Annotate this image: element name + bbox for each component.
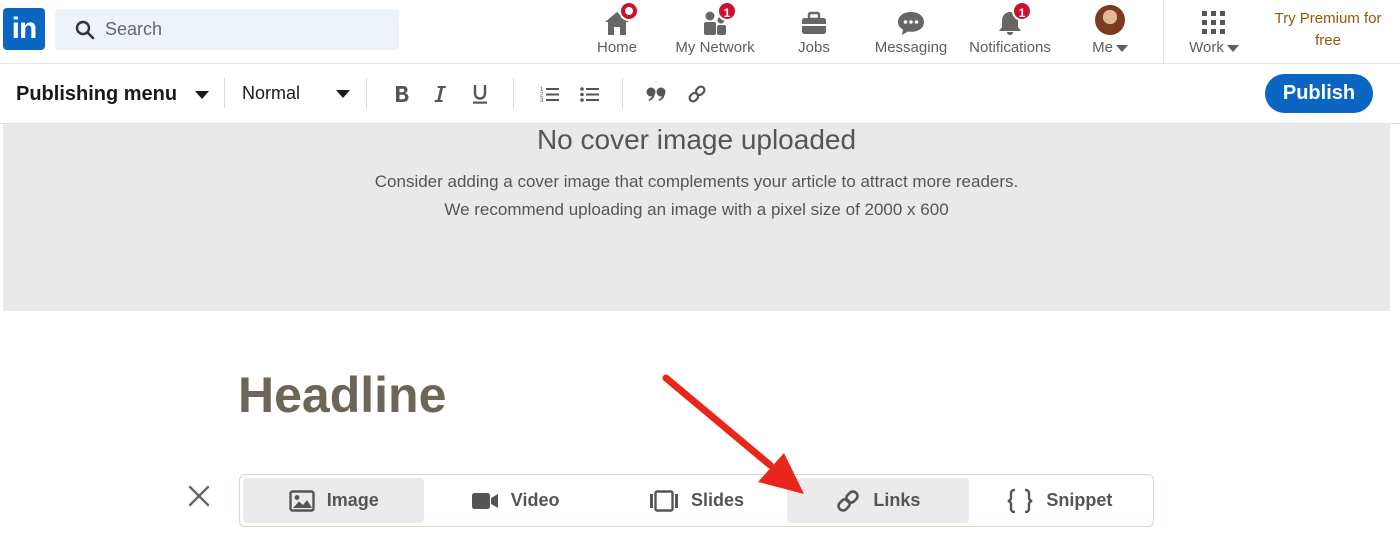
nav-work-label-wrap: Work <box>1189 39 1239 56</box>
toolbar-divider <box>224 78 225 108</box>
quote-button[interactable] <box>641 78 673 110</box>
nav-notifications[interactable]: 1 Notifications <box>966 0 1054 64</box>
insert-links-button[interactable]: Links <box>787 478 969 523</box>
grid-apps-icon <box>1202 11 1225 34</box>
linkedin-logo[interactable]: in <box>3 8 45 50</box>
insert-snippet-label: Snippet <box>1046 490 1113 510</box>
underline-button[interactable] <box>464 78 496 110</box>
italic-icon <box>434 86 446 102</box>
cover-image-hint: Consider adding a cover image that compl… <box>374 172 1019 191</box>
close-icon <box>188 485 210 507</box>
nav-notifications-label: Notifications <box>969 39 1051 56</box>
search-bar[interactable] <box>55 9 399 50</box>
nav-home[interactable]: Home <box>596 0 639 64</box>
chat-bubble-icon <box>898 12 924 35</box>
insert-slides-button[interactable]: Slides <box>606 478 787 523</box>
numbered-list-icon: 1 2 3 <box>540 87 559 103</box>
toolbar-divider <box>622 78 623 108</box>
editor-toolbar: Publishing menu Normal 1 2 3 Publish <box>0 64 1400 124</box>
headline-input[interactable]: Headline <box>238 366 446 424</box>
link-button[interactable] <box>681 78 713 110</box>
underline-icon <box>473 85 487 104</box>
nav-jobs[interactable]: Jobs <box>795 0 833 64</box>
media-inserter-bar: Image Video Slides Links Snippet <box>239 474 1154 527</box>
nav-work-label: Work <box>1189 39 1224 56</box>
text-style-value: Normal <box>242 83 301 103</box>
insert-slides-label: Slides <box>691 490 745 510</box>
nav-home-label: Home <box>596 39 637 56</box>
code-braces-icon <box>1007 488 1033 513</box>
italic-button[interactable] <box>424 78 456 110</box>
nav-my-network[interactable]: 1 My Network <box>673 0 757 64</box>
nav-messaging-label: Messaging <box>874 39 948 56</box>
nav-divider <box>1163 0 1164 64</box>
home-notification-dot <box>619 1 639 21</box>
cover-image-size-hint: We recommend uploading an image with a p… <box>444 200 949 219</box>
nav-me-label-wrap: Me <box>1092 39 1128 56</box>
insert-image-button[interactable]: Image <box>243 478 425 523</box>
avatar <box>1095 5 1125 35</box>
global-nav: in Home 1 My Network <box>0 0 1400 64</box>
nav-jobs-label: Jobs <box>798 39 830 56</box>
link-icon <box>688 85 706 103</box>
svg-text:3: 3 <box>540 98 544 103</box>
briefcase-icon <box>802 11 826 34</box>
publishing-menu-button[interactable]: Publishing menu <box>16 83 210 106</box>
link-icon <box>837 489 860 512</box>
chevron-down-icon <box>1115 44 1128 52</box>
nav-messaging[interactable]: Messaging <box>872 0 950 64</box>
chevron-down-icon <box>195 90 210 99</box>
numbered-list-button[interactable]: 1 2 3 <box>534 78 566 110</box>
video-icon <box>471 492 498 509</box>
notifications-badge: 1 <box>1012 1 1032 21</box>
nav-me-label: Me <box>1092 39 1113 56</box>
publish-button[interactable]: Publish <box>1265 74 1373 113</box>
nav-my-network-label: My Network <box>675 39 755 56</box>
toolbar-divider <box>366 78 367 108</box>
nav-me[interactable]: Me <box>1088 0 1132 64</box>
toolbar-divider <box>513 78 514 108</box>
insert-image-label: Image <box>326 490 379 510</box>
search-input[interactable] <box>105 19 385 40</box>
bold-button[interactable] <box>386 78 418 110</box>
quote-icon <box>646 87 666 101</box>
insert-links-label: Links <box>873 490 921 510</box>
insert-video-button[interactable]: Video <box>424 478 605 523</box>
chevron-down-icon <box>1226 44 1239 52</box>
bullet-list-icon <box>580 87 599 102</box>
chevron-down-icon <box>336 89 350 98</box>
publishing-menu-label: Publishing menu <box>16 83 178 105</box>
bullet-list-button[interactable] <box>574 78 606 110</box>
bold-icon <box>396 86 409 102</box>
text-style-select[interactable]: Normal <box>242 83 350 104</box>
slides-icon <box>650 489 678 512</box>
try-premium-link[interactable]: Try Premium for free <box>1262 8 1394 52</box>
insert-video-label: Video <box>510 490 560 510</box>
nav-work[interactable]: Work <box>1186 0 1242 64</box>
close-inserter-button[interactable] <box>186 483 212 509</box>
image-icon <box>288 489 315 512</box>
search-icon <box>75 20 95 39</box>
cover-image-dropzone[interactable]: No cover image uploaded Consider adding … <box>3 124 1390 311</box>
my-network-badge: 1 <box>717 1 737 21</box>
insert-snippet-button[interactable]: Snippet <box>969 478 1150 523</box>
cover-image-title: No cover image uploaded <box>536 124 857 155</box>
